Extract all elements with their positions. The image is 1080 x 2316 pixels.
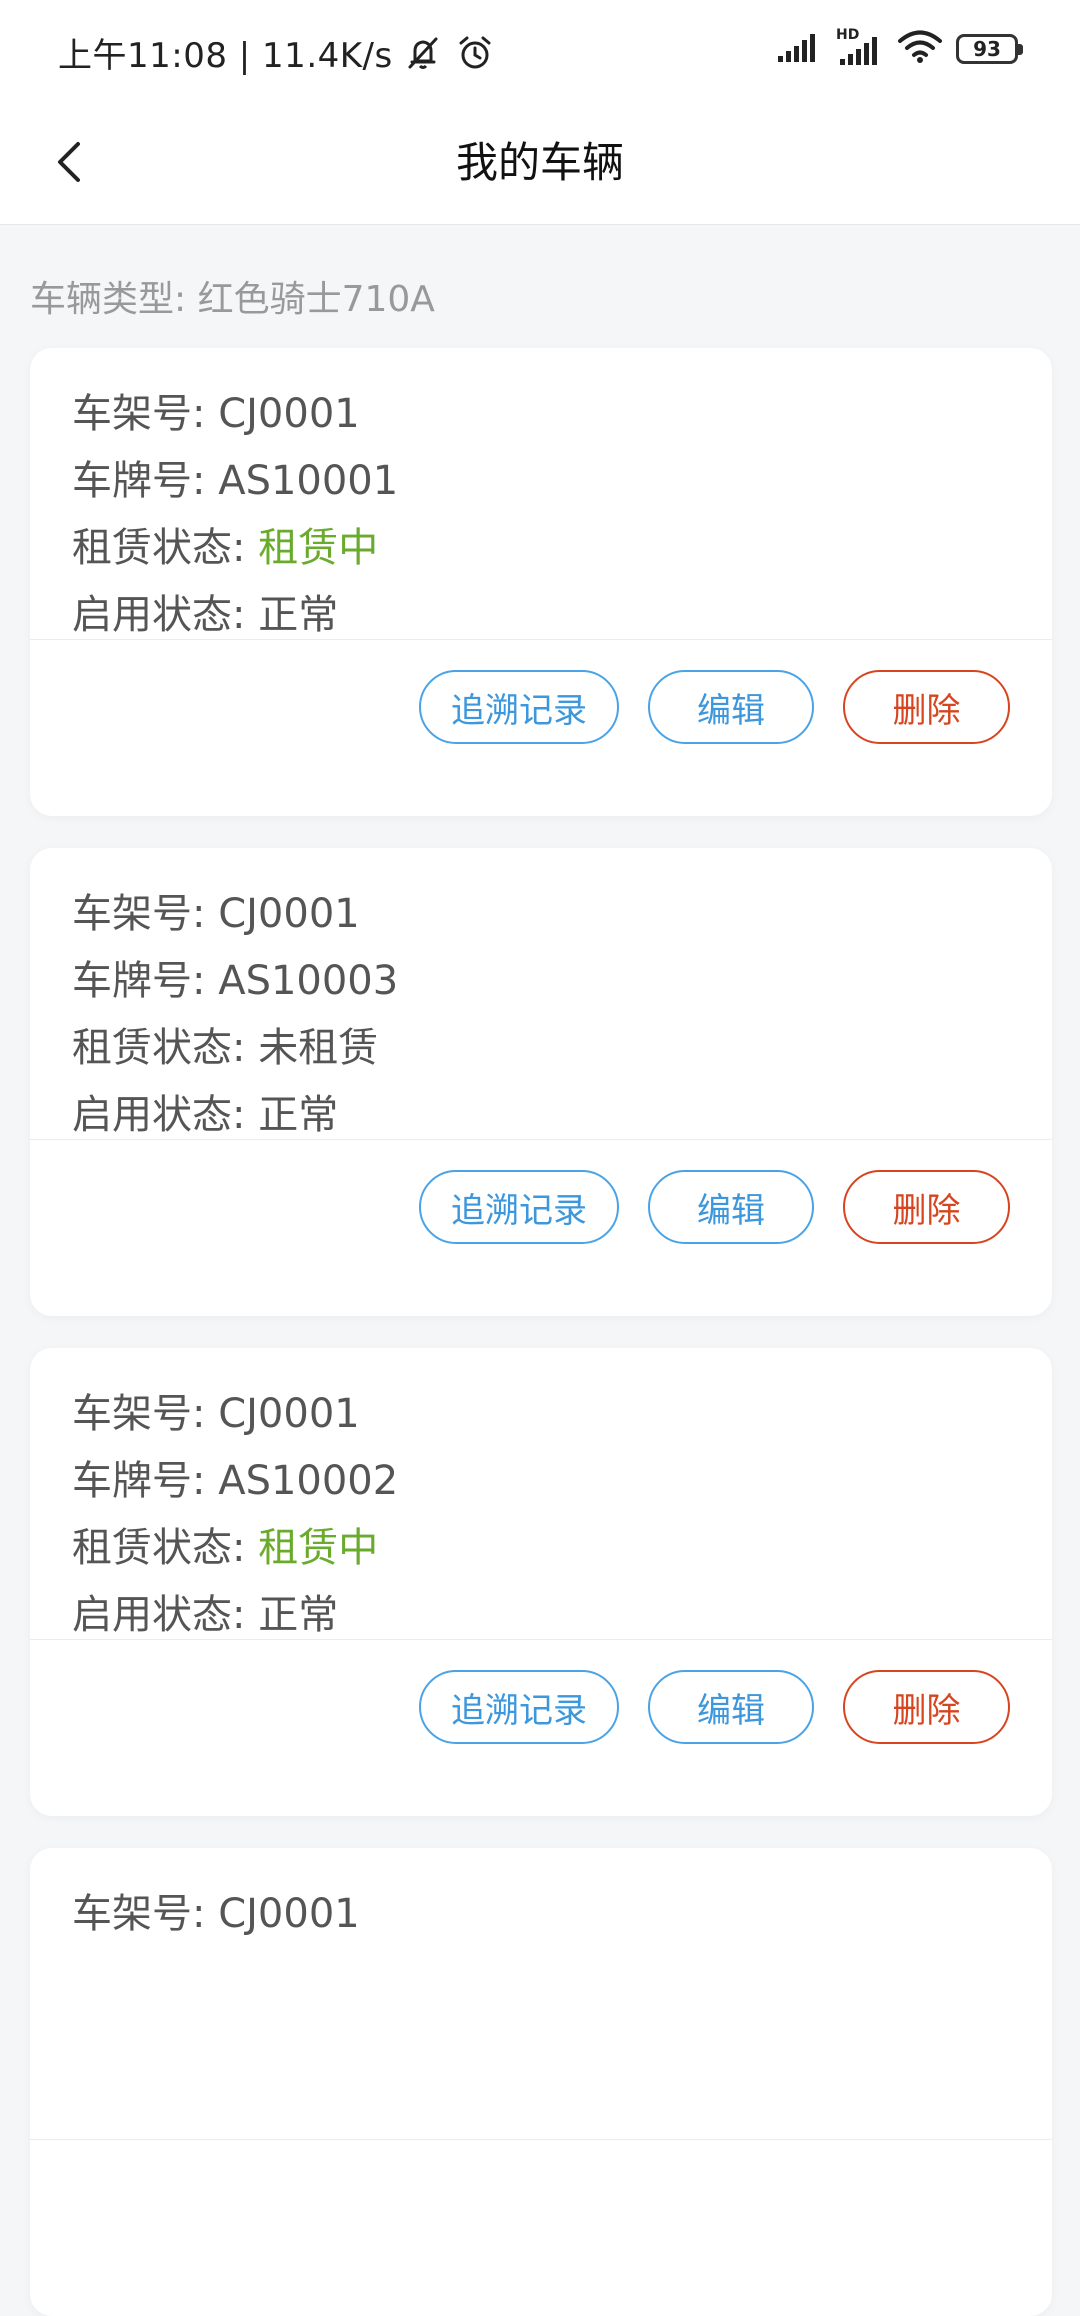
vehicle-card-actions: 追溯记录 编辑 删除	[30, 640, 1052, 816]
rent-status-label: 租赁状态:	[72, 1025, 246, 1071]
rent-status-row: 租赁状态: 租赁中	[72, 522, 1052, 589]
rent-status-label: 租赁状态:	[72, 1525, 246, 1571]
battery-level: 93	[973, 37, 1001, 61]
vehicle-card-actions: 追溯记录 编辑 删除	[30, 1640, 1052, 1816]
nav-bar: 我的车辆	[0, 100, 1080, 225]
vehicle-card: 车架号: CJ0001 车牌号: AS10002 租赁状态: 租赁中 启用状态:…	[30, 1348, 1052, 1816]
rent-status-row: 租赁状态: 租赁中	[72, 1522, 1052, 1589]
frame-row: 车架号: CJ0001	[72, 388, 1052, 455]
signal-hd-icon: HD	[836, 27, 884, 67]
frame-value: CJ0001	[218, 1891, 360, 1937]
edit-button[interactable]: 编辑	[648, 1170, 814, 1244]
rent-status-value: 未租赁	[258, 1025, 379, 1071]
delete-button[interactable]: 删除	[843, 1170, 1010, 1244]
vehicle-card: 车架号: CJ0001 车牌号: AS10003 租赁状态: 未租赁 启用状态:…	[30, 848, 1052, 1316]
plate-label: 车牌号:	[72, 958, 206, 1004]
enable-status-label: 启用状态:	[72, 1092, 246, 1138]
vehicle-type-value: 红色骑士710A	[197, 279, 435, 320]
frame-value: CJ0001	[218, 1391, 360, 1437]
trace-record-button[interactable]: 追溯记录	[419, 1170, 619, 1244]
frame-label: 车架号:	[72, 391, 206, 437]
vehicle-card: 车架号: CJ0001	[30, 1848, 1052, 2316]
vehicle-card-body: 车架号: CJ0001 车牌号: AS10001 租赁状态: 租赁中 启用状态:…	[30, 348, 1052, 640]
vehicle-card-body: 车架号: CJ0001 车牌号: AS10002 租赁状态: 租赁中 启用状态:…	[30, 1348, 1052, 1640]
frame-label: 车架号:	[72, 891, 206, 937]
plate-row: 车牌号: AS10003	[72, 955, 1052, 1022]
page-title: 我的车辆	[455, 138, 624, 187]
battery-icon: 93	[956, 34, 1023, 64]
enable-status-label: 启用状态:	[72, 1592, 246, 1638]
vehicle-card-body: 车架号: CJ0001 车牌号: AS10003 租赁状态: 未租赁 启用状态:…	[30, 848, 1052, 1140]
status-bar: 上午11:08 | 11.4K/s HD 93	[0, 0, 1080, 100]
vehicle-card-body: 车架号: CJ0001	[30, 1848, 1052, 2140]
edit-button[interactable]: 编辑	[648, 1670, 814, 1744]
trace-record-button[interactable]: 追溯记录	[419, 670, 619, 744]
plate-label: 车牌号:	[72, 1458, 206, 1504]
enable-status-value: 正常	[258, 592, 339, 638]
frame-label: 车架号:	[72, 1391, 206, 1437]
plate-value: AS10001	[218, 458, 399, 504]
delete-button[interactable]: 删除	[843, 1670, 1010, 1744]
status-time-speed: 上午11:08 | 11.4K/s	[58, 36, 393, 76]
enable-status-value: 正常	[258, 1092, 339, 1138]
rent-status-value: 租赁中	[258, 1525, 379, 1571]
vehicle-type-key: 车辆类型:	[30, 279, 187, 320]
frame-value: CJ0001	[218, 391, 360, 437]
vehicle-card: 车架号: CJ0001 车牌号: AS10001 租赁状态: 租赁中 启用状态:…	[30, 348, 1052, 816]
status-right: HD 93	[776, 27, 1023, 68]
frame-row: 车架号: CJ0001	[72, 1888, 1052, 1955]
plate-row: 车牌号: AS10001	[72, 455, 1052, 522]
rent-status-row: 租赁状态: 未租赁	[72, 1022, 1052, 1089]
frame-row: 车架号: CJ0001	[72, 888, 1052, 955]
frame-value: CJ0001	[218, 891, 360, 937]
enable-status-label: 启用状态:	[72, 592, 246, 638]
wifi-icon	[898, 30, 942, 68]
frame-row: 车架号: CJ0001	[72, 1388, 1052, 1455]
edit-button[interactable]: 编辑	[648, 670, 814, 744]
plate-value: AS10002	[218, 1458, 399, 1504]
trace-record-button[interactable]: 追溯记录	[419, 1670, 619, 1744]
rent-status-value: 租赁中	[258, 525, 379, 571]
status-left: 上午11:08 | 11.4K/s	[58, 28, 497, 77]
delete-button[interactable]: 删除	[843, 670, 1010, 744]
frame-label: 车架号:	[72, 1891, 206, 1937]
plate-label: 车牌号:	[72, 458, 206, 504]
vehicle-type-label: 车辆类型: 红色骑士710A	[30, 270, 435, 322]
alarm-clock-icon	[453, 31, 497, 75]
rent-status-label: 租赁状态:	[72, 525, 246, 571]
plate-value: AS10003	[218, 958, 399, 1004]
plate-row: 车牌号: AS10002	[72, 1455, 1052, 1522]
enable-status-value: 正常	[258, 1592, 339, 1638]
mute-bell-icon	[401, 31, 445, 75]
signal-icon	[776, 30, 822, 68]
vehicle-card-actions: 追溯记录 编辑 删除	[30, 1140, 1052, 1316]
